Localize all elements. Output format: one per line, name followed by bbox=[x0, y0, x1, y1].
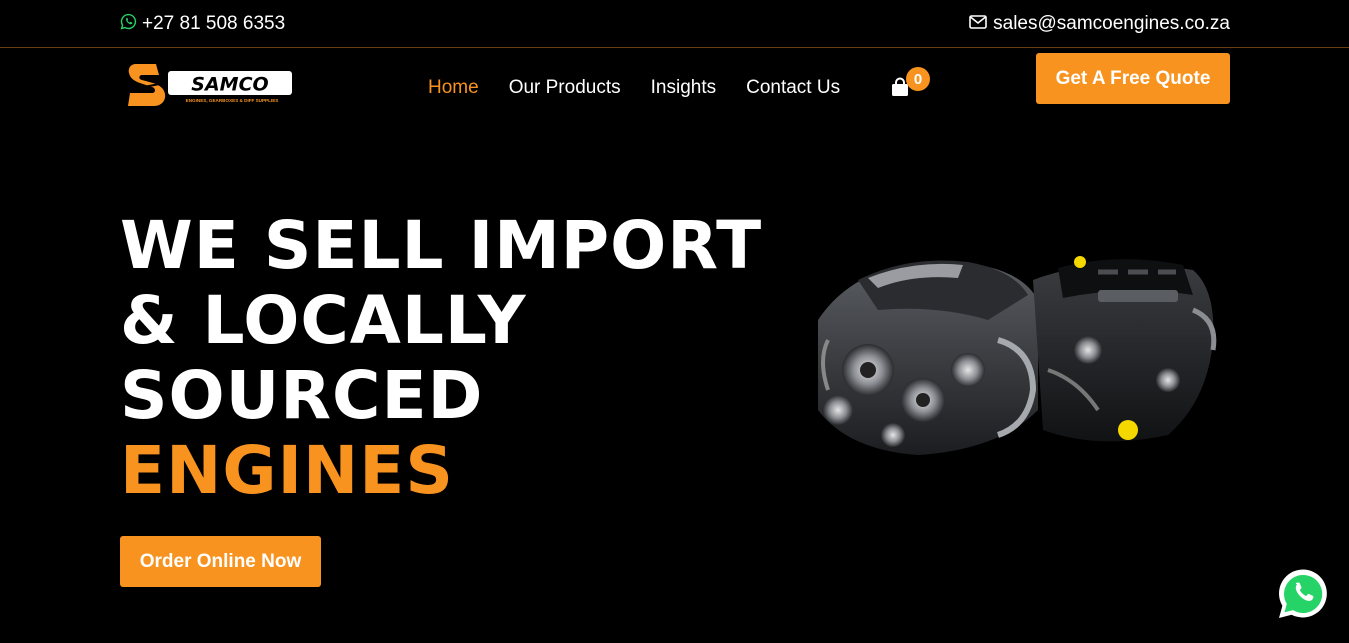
whatsapp-icon bbox=[1275, 569, 1331, 626]
nav-contact-us[interactable]: Contact Us bbox=[746, 77, 840, 99]
cart-button[interactable]: 0 bbox=[890, 67, 932, 101]
envelope-icon bbox=[969, 13, 987, 35]
phone-link[interactable]: +27 81 508 6353 bbox=[120, 12, 285, 36]
nav-our-products[interactable]: Our Products bbox=[509, 77, 621, 99]
phone-number: +27 81 508 6353 bbox=[142, 13, 286, 34]
cart-count-badge: 0 bbox=[906, 67, 930, 91]
hero-line-1: WE SELL IMPORT bbox=[120, 207, 763, 284]
hero-line-2: & LOCALLY bbox=[120, 282, 527, 359]
hero-heading: WE SELL IMPORT & LOCALLY SOURCED ENGINES bbox=[120, 208, 762, 508]
hero-line-3: SOURCED bbox=[120, 357, 484, 434]
email-link[interactable]: sales@samcoengines.co.za bbox=[969, 12, 1230, 36]
samco-logo[interactable]: SAMCO ENGINES, GEARBOXES & DIFF SUPPLIES bbox=[126, 60, 294, 112]
logo-wordmark: SAMCO bbox=[191, 74, 268, 96]
main-nav: Home Our Products Insights Contact Us bbox=[428, 76, 870, 100]
get-free-quote-button[interactable]: Get A Free Quote bbox=[1036, 53, 1230, 104]
hero-accent-word: ENGINES bbox=[120, 432, 454, 509]
top-bar: +27 81 508 6353 sales@samcoengines.co.za bbox=[0, 0, 1349, 48]
engines-image bbox=[798, 250, 1218, 462]
email-address: sales@samcoengines.co.za bbox=[993, 13, 1230, 34]
order-online-button[interactable]: Order Online Now bbox=[120, 536, 321, 587]
whatsapp-chat-button[interactable] bbox=[1275, 566, 1331, 622]
nav-home[interactable]: Home bbox=[428, 77, 479, 99]
logo-tagline: ENGINES, GEARBOXES & DIFF SUPPLIES bbox=[186, 98, 279, 103]
whatsapp-icon bbox=[120, 13, 137, 36]
nav-insights[interactable]: Insights bbox=[651, 77, 716, 99]
